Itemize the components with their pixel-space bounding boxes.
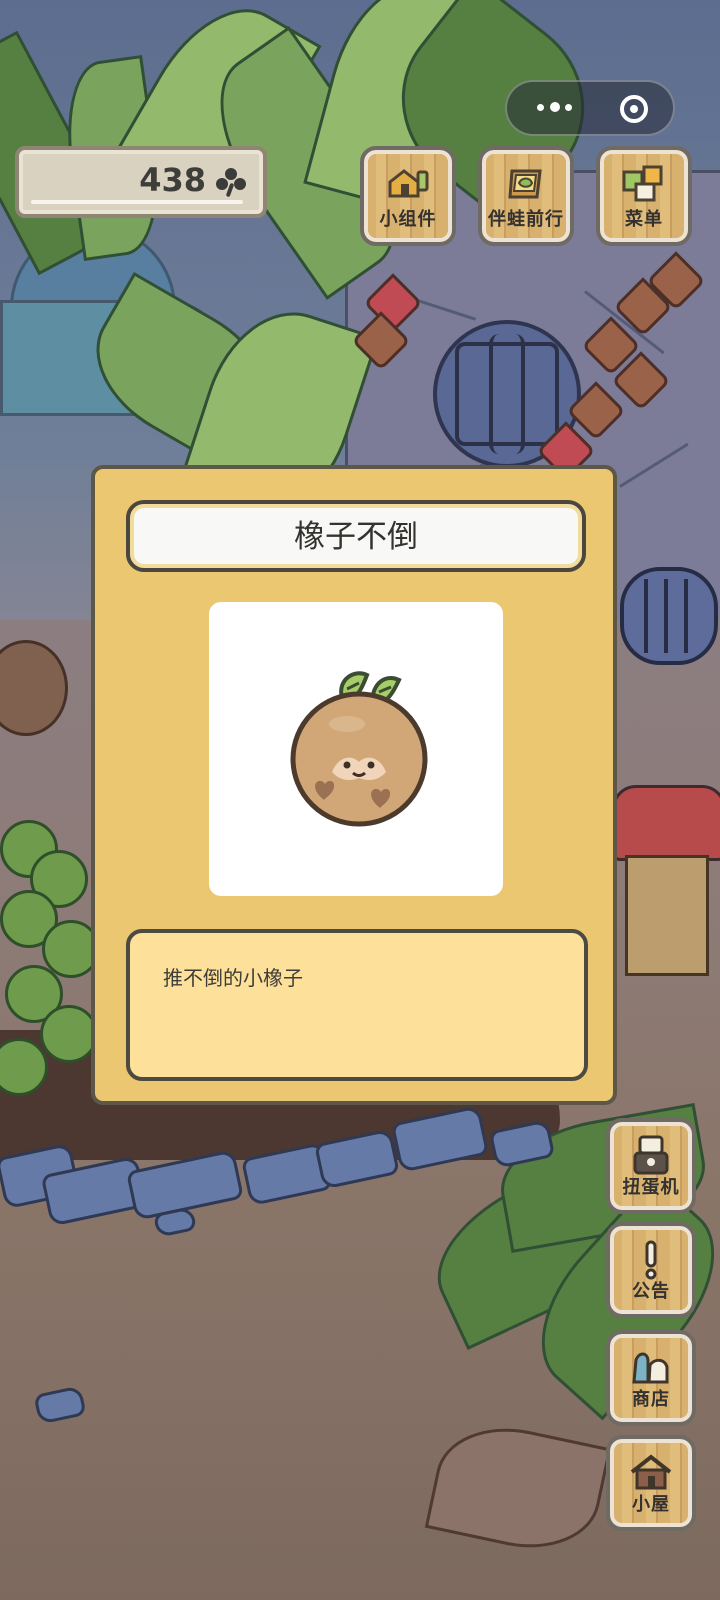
counter-bar xyxy=(31,200,243,204)
mailbox-post xyxy=(625,855,709,976)
frog-journey-icon xyxy=(508,169,542,199)
menu-icon xyxy=(622,165,663,202)
announcement-icon xyxy=(645,1240,657,1280)
shop-icon xyxy=(632,1352,669,1384)
clover-counter: 438 xyxy=(15,146,267,218)
menu-label: 菜单 xyxy=(625,209,663,230)
clover-icon xyxy=(216,168,246,198)
item-preview xyxy=(209,602,503,896)
acorn-icon xyxy=(290,671,428,827)
announcement-button[interactable]: 公告 xyxy=(606,1222,696,1318)
barred-window xyxy=(620,567,718,665)
frog-journey-button[interactable]: 伴蛙前行 xyxy=(478,146,574,246)
item-title: 橡子不倒 xyxy=(294,519,418,555)
shop-label: 商店 xyxy=(632,1389,670,1410)
widget-label: 小组件 xyxy=(379,209,437,230)
house-button[interactable]: 小屋 xyxy=(606,1435,696,1531)
menu-button[interactable]: 菜单 xyxy=(596,146,692,246)
widget-button[interactable]: 小组件 xyxy=(360,146,456,246)
more-icon[interactable] xyxy=(537,102,572,114)
gacha-machine-label: 扭蛋机 xyxy=(622,1177,680,1198)
frog-journey-label: 伴蛙前行 xyxy=(488,209,564,230)
announcement-label: 公告 xyxy=(632,1281,670,1302)
house-icon xyxy=(630,1454,672,1490)
widget-icon xyxy=(388,169,429,198)
shop-button[interactable]: 商店 xyxy=(606,1330,696,1426)
gacha-machine-button[interactable]: 扭蛋机 xyxy=(606,1118,696,1214)
mini-program-controls xyxy=(505,80,675,136)
house-label: 小屋 xyxy=(632,1494,670,1515)
item-description-box: 推不倒的小橡子 xyxy=(126,929,588,1081)
modal-title-box: 橡子不倒 xyxy=(126,500,586,572)
item-description: 推不倒的小橡子 xyxy=(163,966,303,990)
gacha-machine-icon xyxy=(633,1135,669,1175)
mailbox xyxy=(612,785,720,861)
close-icon[interactable] xyxy=(620,95,648,123)
clover-count: 438 xyxy=(139,161,206,199)
item-detail-modal: 橡子不倒 推不倒的小橡子 xyxy=(91,465,617,1105)
clover-leaf xyxy=(40,1005,98,1063)
